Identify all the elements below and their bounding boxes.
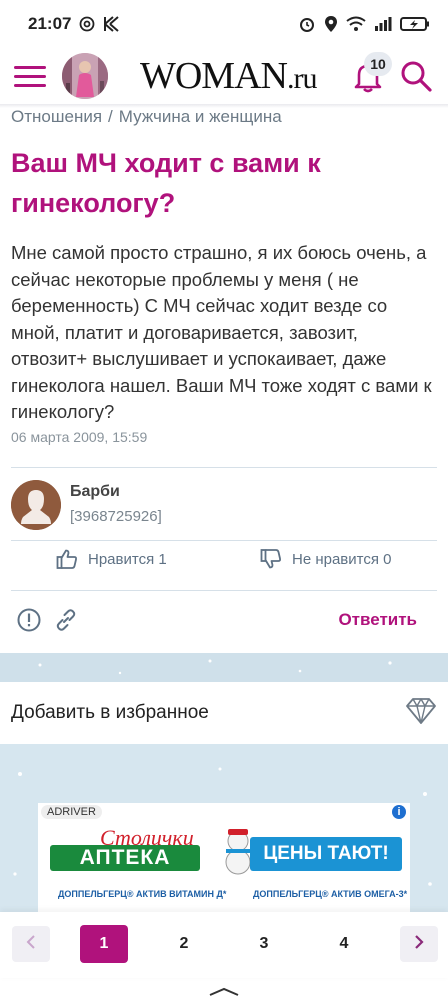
gesture-handle-icon[interactable] — [208, 984, 240, 996]
thumbs-up-icon — [56, 548, 78, 570]
page-title: Ваш МЧ ходит с вами к гинекологу? — [11, 148, 321, 218]
add-to-favorites[interactable]: Добавить в избранное — [0, 682, 448, 744]
author-name[interactable]: Барби — [70, 483, 120, 501]
signal-icon — [374, 16, 392, 32]
page-4-button[interactable]: 4 — [325, 926, 363, 962]
logo-main: WOMAN — [140, 55, 288, 97]
breadcrumb-man-and-woman[interactable]: Мужчина и женщина — [119, 107, 282, 127]
next-page-button[interactable] — [400, 926, 438, 962]
report-icon[interactable] — [16, 607, 42, 633]
ad-banner[interactable]: ADRIVER i Столички АПТЕКА ЦЕНЫ ТАЮТ! ДОП… — [38, 803, 410, 913]
post-date: 06 марта 2009, 15:59 — [11, 429, 148, 445]
user-avatar[interactable] — [62, 53, 108, 99]
breadcrumb-relationships[interactable]: Отношения — [11, 107, 102, 127]
reply-button[interactable]: Ответить — [338, 610, 417, 630]
ad-brand: АПТЕКА — [50, 845, 200, 871]
favorites-label: Добавить в избранное — [11, 702, 209, 723]
link-icon[interactable] — [53, 607, 79, 633]
prev-page-button[interactable] — [12, 926, 50, 962]
thumbs-down-icon — [260, 548, 282, 570]
wifi-icon — [346, 16, 366, 32]
notifications-badge: 10 — [364, 52, 392, 76]
like-label: Нравится 1 — [88, 550, 167, 568]
breadcrumb: Отношения / Мужчина и женщина — [11, 107, 282, 127]
chevron-right-icon — [413, 934, 425, 954]
author-avatar[interactable] — [11, 480, 61, 530]
ad-product-1: ДОППЕЛЬГЕРЦ® АКТИВ ВИТАМИН Д* — [58, 889, 227, 899]
status-right — [298, 15, 430, 33]
logo-suffix: .ru — [286, 62, 317, 95]
diamond-icon — [405, 696, 437, 731]
article-text: Мне самой просто страшно, я их боюсь оче… — [11, 242, 432, 422]
like-button[interactable]: Нравится 1 — [56, 548, 167, 570]
pagination: 1 2 3 4 — [0, 912, 448, 978]
divider — [11, 467, 437, 468]
ad-product-2: ДОППЕЛЬГЕРЦ® АКТИВ ОМЕГА-3* — [253, 889, 408, 899]
divider — [11, 590, 437, 591]
k-logo-icon — [103, 16, 121, 32]
alarm-icon — [298, 15, 316, 33]
author-id: [3968725926] — [70, 508, 162, 525]
dislike-label: Не нравится 0 — [292, 550, 392, 568]
chevron-left-icon — [25, 934, 37, 954]
ad-info-icon[interactable]: i — [392, 805, 406, 819]
status-bar: 21:07 — [0, 0, 448, 48]
status-left: 21:07 — [28, 14, 121, 34]
status-time: 21:07 — [28, 14, 72, 33]
menu-button[interactable] — [14, 58, 50, 94]
menu-bar — [14, 83, 46, 87]
menu-bar — [14, 74, 46, 78]
battery-icon — [400, 16, 430, 32]
breadcrumb-separator: / — [108, 107, 113, 126]
page-3-button[interactable]: 3 — [245, 926, 283, 962]
menu-bar — [14, 65, 46, 69]
dislike-button[interactable]: Не нравится 0 — [260, 548, 392, 570]
page-1-button[interactable]: 1 — [80, 925, 128, 963]
site-logo[interactable]: WOMAN.ru — [140, 55, 317, 97]
at-sign-icon — [79, 16, 95, 32]
ad-slogan: ЦЕНЫ ТАЮТ! — [250, 837, 402, 871]
location-icon — [324, 15, 338, 33]
background-band — [0, 653, 448, 683]
search-icon[interactable] — [396, 56, 436, 96]
app-header: WOMAN.ru 10 — [0, 48, 448, 104]
ad-tag: ADRIVER — [41, 805, 102, 819]
divider — [11, 540, 437, 541]
page-2-button[interactable]: 2 — [165, 926, 203, 962]
